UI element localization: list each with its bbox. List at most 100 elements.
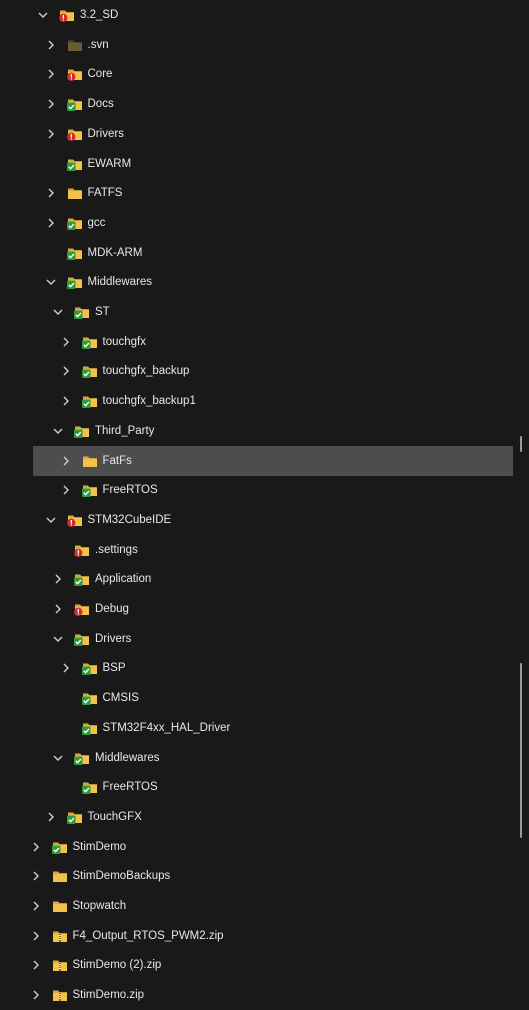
tree-item-drivers[interactable]: Drivers [0, 119, 529, 149]
chevron-right-icon[interactable] [30, 870, 42, 882]
folder-ok-icon [74, 571, 90, 587]
tree-item-touchgfx-backup[interactable]: touchgfx_backup [0, 356, 529, 386]
chevron-right-icon[interactable] [60, 662, 72, 674]
chevron-right-icon[interactable] [45, 39, 57, 51]
tree-item-label: 3.2_SD [80, 9, 119, 21]
tree-item-stimdemo[interactable]: StimDemo [0, 832, 529, 862]
tree-item-st[interactable]: ST [0, 297, 529, 327]
tree-item-label: F4_Output_RTOS_PWM2.zip [72, 929, 224, 942]
tree-item-label: CMSIS [102, 692, 139, 705]
folder-ok-icon [74, 423, 90, 439]
tree-item-label: StimDemo (2).zip [72, 959, 162, 972]
tree-item-docs[interactable]: Docs [0, 89, 529, 119]
chevron-right-icon[interactable] [45, 68, 57, 80]
folder-ok-icon [66, 809, 83, 825]
tree-item-drivers[interactable]: Drivers [0, 624, 529, 654]
tree-item-stopwatch[interactable]: Stopwatch [0, 891, 529, 921]
chevron-down-icon[interactable] [52, 752, 64, 764]
tree-item-ewarm[interactable]: EWARM [0, 149, 529, 179]
tree-item-fatfs[interactable]: FatFs [0, 445, 529, 476]
chevron-down-icon[interactable] [45, 276, 57, 288]
tree-item-label: Middlewares [95, 751, 160, 764]
tree-item-label: FATFS [87, 187, 123, 200]
chevron-right-icon[interactable] [60, 395, 72, 407]
chevron-right-icon[interactable] [45, 217, 57, 229]
chevron-right-icon[interactable] [45, 98, 57, 110]
folder-ok-icon [81, 482, 98, 498]
tree-item-freertos[interactable]: FreeRTOS [0, 772, 529, 802]
tree-item-mdk-arm[interactable]: MDK-ARM [0, 238, 529, 268]
tree-item-middlewares[interactable]: Middlewares [0, 743, 529, 773]
tree-item-cmsis[interactable]: CMSIS [0, 683, 529, 713]
folder-ok-icon [81, 720, 98, 736]
tree-item-label: Third_Party [95, 424, 155, 437]
tree-item-bsp[interactable]: BSP [0, 653, 529, 683]
tree-item-middlewares[interactable]: Middlewares [0, 267, 529, 297]
tree-item-stm32f4xx-hal-driver[interactable]: STM32F4xx_HAL_Driver [0, 713, 529, 743]
scrollbar-thumb[interactable] [520, 663, 522, 838]
tree-item-touchgfx-backup1[interactable]: touchgfx_backup1 [0, 386, 529, 416]
chevron-right-icon[interactable] [30, 959, 42, 971]
tree-item-freertos[interactable]: FreeRTOS [0, 475, 529, 505]
chevron-down-icon[interactable] [52, 306, 64, 318]
folder-ok-icon [66, 96, 83, 112]
tree-item-application[interactable]: Application [0, 564, 529, 594]
tree-item-settings[interactable]: .settings [0, 535, 529, 565]
chevron-right-icon[interactable] [45, 128, 57, 140]
tree-item-touchgfx[interactable]: TouchGFX [0, 802, 529, 832]
folder-ok-icon [81, 690, 98, 706]
tree-item-label: FreeRTOS [102, 781, 158, 794]
tree-item-stimdemo-zip[interactable]: StimDemo.zip [0, 980, 529, 1010]
tree-item-label: gcc [87, 216, 106, 229]
folder-ok-icon [74, 631, 90, 647]
tree-item-label: Middlewares [87, 276, 153, 289]
chevron-right-icon[interactable] [60, 365, 72, 377]
zip-folder-icon [52, 928, 68, 944]
tree-item-touchgfx[interactable]: touchgfx [0, 327, 529, 357]
folder-ok-icon [81, 779, 98, 795]
folder-ok-icon [81, 363, 98, 379]
tree-item-f4-output-rtos-pwm2-zip[interactable]: F4_Output_RTOS_PWM2.zip [0, 921, 529, 951]
chevron-right-icon[interactable] [30, 930, 42, 942]
tree-item-label: BSP [102, 662, 126, 675]
tree-item-label: .svn [87, 38, 109, 51]
tree-item-svn[interactable]: .svn [0, 30, 529, 60]
tree-item-label: MDK-ARM [87, 246, 143, 259]
folder-ok-icon [66, 156, 83, 172]
chevron-right-icon[interactable] [30, 989, 42, 1001]
tree-item-gcc[interactable]: gcc [0, 208, 529, 238]
folder-ok-icon [74, 304, 90, 320]
folder-warning-icon [66, 66, 83, 82]
tree-item-third-party[interactable]: Third_Party [0, 416, 529, 446]
tree-item-label: STM32CubeIDE [87, 513, 172, 526]
tree-item-stm32cubeide[interactable]: STM32CubeIDE [0, 505, 529, 535]
chevron-right-icon[interactable] [60, 484, 72, 496]
chevron-right-icon[interactable] [45, 187, 57, 199]
tree-item-label: Docs [87, 98, 114, 111]
folder-ok-icon [74, 750, 90, 766]
chevron-down-icon[interactable] [37, 9, 49, 21]
tree-item-stimdemo-2-zip[interactable]: StimDemo (2).zip [0, 950, 529, 980]
tree-item-label: Drivers [95, 632, 132, 645]
tree-item-label: Drivers [87, 127, 124, 140]
tree-item-fatfs[interactable]: FATFS [0, 178, 529, 208]
tree-item-label: Debug [95, 603, 129, 615]
chevron-right-icon[interactable] [30, 841, 42, 853]
chevron-right-icon[interactable] [52, 603, 64, 615]
folder-warning-icon [59, 7, 75, 23]
scrollbar-marker-upper[interactable] [520, 436, 522, 452]
tree-item-3-2-sd[interactable]: 3.2_SD [0, 0, 529, 30]
chevron-down-icon[interactable] [45, 514, 57, 526]
chevron-right-icon[interactable] [60, 455, 72, 467]
chevron-right-icon[interactable] [45, 811, 57, 823]
chevron-down-icon[interactable] [52, 633, 64, 645]
tree-item-label: EWARM [87, 157, 132, 170]
tree-item-label: Stopwatch [72, 900, 127, 912]
tree-item-stimdemobackups[interactable]: StimDemoBackups [0, 861, 529, 891]
tree-item-core[interactable]: Core [0, 59, 529, 89]
tree-item-debug[interactable]: Debug [0, 594, 529, 624]
chevron-right-icon[interactable] [52, 573, 64, 585]
chevron-down-icon[interactable] [52, 425, 64, 437]
chevron-right-icon[interactable] [30, 900, 42, 912]
chevron-right-icon[interactable] [60, 336, 72, 348]
